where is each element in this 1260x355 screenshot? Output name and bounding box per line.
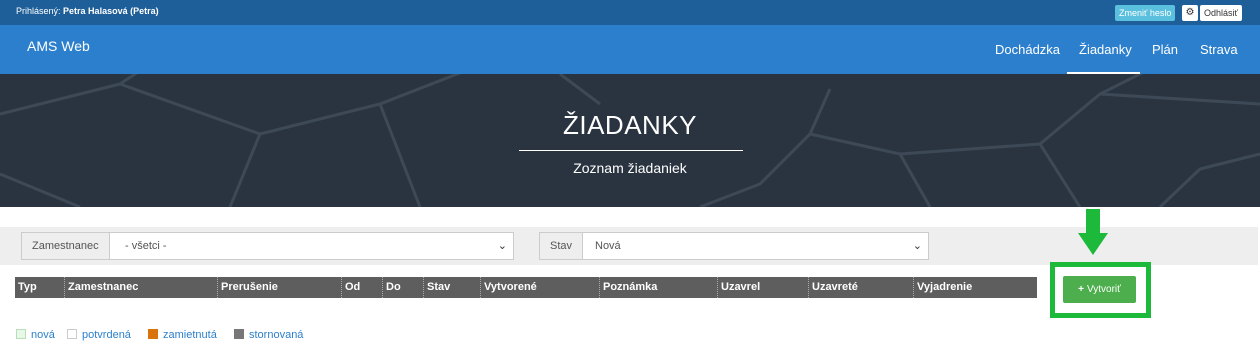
chevron-down-icon: ⌄ — [497, 240, 507, 252]
change-password-button[interactable]: Zmeniť heslo — [1115, 5, 1176, 21]
legend-swatch — [67, 329, 77, 339]
legend-label: zamietnutá — [163, 329, 217, 341]
legend-label: stornovaná — [249, 329, 304, 341]
column-header-prerusenie[interactable]: Prerušenie — [218, 277, 342, 298]
legend-label: potvrdená — [82, 329, 131, 341]
column-header-uzavrete[interactable]: Uzavreté — [809, 277, 914, 298]
column-header-do[interactable]: Do — [383, 277, 424, 298]
status-select[interactable]: Stav Nová ⌄ — [539, 232, 929, 260]
legend-swatch — [16, 329, 26, 339]
employee-value: - všetci - — [125, 240, 167, 252]
highlight-arrow-icon — [1078, 209, 1108, 255]
employee-label: Zamestnanec — [22, 233, 110, 259]
filter-bar: Zamestnanec - všetci - ⌄ Stav Nová ⌄ — [0, 227, 1258, 265]
page-subtitle: Zoznam žiadaniek — [573, 160, 687, 176]
nav-item-strava[interactable]: Strava — [1200, 42, 1238, 57]
plus-icon: + — [1078, 284, 1084, 295]
hero-banner: ŽIADANKY Zoznam žiadaniek — [0, 74, 1260, 207]
legend-label: nová — [31, 329, 55, 341]
brand[interactable]: AMS Web — [27, 38, 90, 54]
column-header-od[interactable]: Od — [342, 277, 383, 298]
status-value: Nová — [595, 240, 621, 252]
top-bar: Prihlásený: Petra Halasová (Petra) Zmeni… — [0, 0, 1260, 25]
status-label: Stav — [540, 233, 584, 259]
create-button-label: Vytvoriť — [1086, 284, 1121, 295]
login-user: Petra Halasová (Petra) — [63, 6, 159, 16]
gear-icon[interactable]: ⚙ — [1182, 5, 1198, 21]
column-header-vyjadrenie[interactable]: Vyjadrenie — [914, 277, 1037, 298]
column-header-vytvorene[interactable]: Vytvorené — [481, 277, 600, 298]
column-header-stav[interactable]: Stav — [424, 277, 481, 298]
legend-swatch — [234, 329, 244, 339]
page-title: ŽIADANKY — [562, 110, 698, 140]
title-divider — [519, 150, 743, 151]
create-button-highlight: + Vytvoriť — [1050, 262, 1151, 318]
nav-item-plan[interactable]: Plán — [1152, 42, 1178, 57]
login-prefix: Prihlásený: — [16, 6, 61, 16]
logout-button[interactable]: Odhlásiť — [1200, 5, 1242, 21]
column-header-typ[interactable]: Typ — [15, 277, 65, 298]
column-header-zamestnanec[interactable]: Zamestnanec — [65, 277, 218, 298]
column-header-poznamka[interactable]: Poznámka — [600, 277, 718, 298]
create-button[interactable]: + Vytvoriť — [1063, 276, 1136, 303]
employee-select[interactable]: Zamestnanec - všetci - ⌄ — [21, 232, 514, 260]
nav-item-dochadzka[interactable]: Dochádzka — [995, 42, 1060, 57]
nav-item-ziadanky[interactable]: Žiadanky — [1079, 42, 1132, 57]
chevron-down-icon: ⌄ — [912, 240, 922, 252]
legend-swatch — [148, 329, 158, 339]
column-header-uzavrel[interactable]: Uzavrel — [718, 277, 809, 298]
logged-in-info: Prihlásený: Petra Halasová (Petra) — [16, 6, 159, 16]
table-header: Typ Zamestnanec Prerušenie Od Do Stav Vy… — [15, 277, 1037, 298]
navbar: AMS Web Dochádzka Žiadanky Plán Strava — [0, 25, 1260, 74]
